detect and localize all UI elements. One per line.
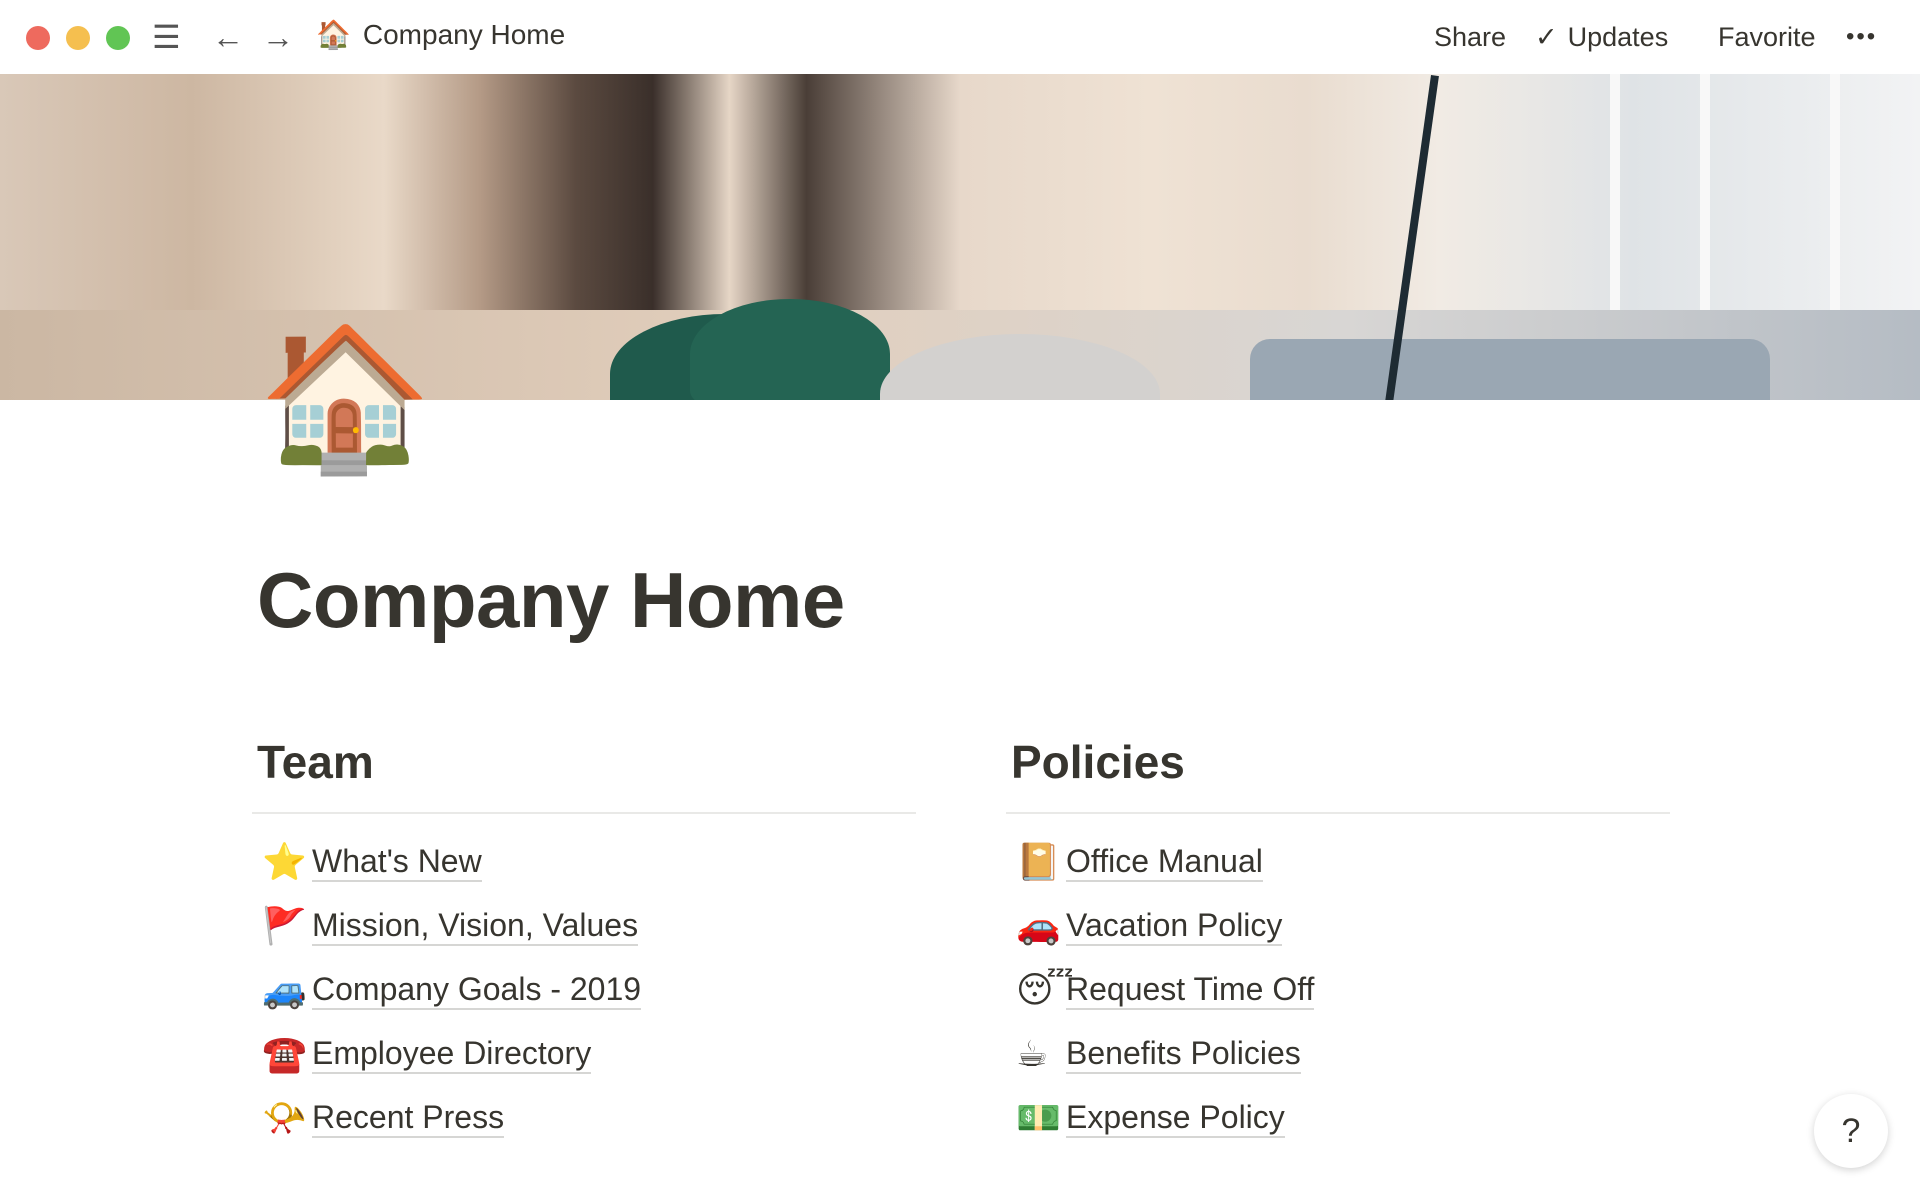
megaphone-icon: 📯 [262,1097,307,1138]
close-window-button[interactable] [26,26,50,50]
more-options-icon[interactable]: ••• [1846,18,1877,56]
share-button[interactable]: Share [1434,18,1506,56]
top-bar: ☰ ← → 🏠 Company Home Share ✓ Updates Fav… [0,0,1920,74]
help-button[interactable]: ? [1814,1094,1888,1168]
notebook-icon: 📔 [1016,841,1061,882]
team-link-mission[interactable]: 🚩 Mission, Vision, Values [252,894,916,958]
policy-link-expense[interactable]: 💵 Expense Policy [1006,1086,1670,1150]
coffee-icon: ☕ [1016,1033,1049,1074]
minimize-window-button[interactable] [66,26,90,50]
link-label[interactable]: Request Time Off [1066,970,1315,1010]
forward-arrow-icon[interactable]: → [262,20,294,54]
updates-label: Updates [1567,22,1669,52]
check-icon: ✓ [1535,22,1558,52]
menu-icon[interactable]: ☰ [152,20,181,54]
link-label[interactable]: Benefits Policies [1066,1034,1301,1074]
link-label[interactable]: Vacation Policy [1066,906,1283,946]
link-label[interactable]: Office Manual [1066,842,1263,882]
flag-icon: 🚩 [262,905,307,946]
link-label[interactable]: Expense Policy [1066,1098,1285,1138]
sleeping-face-icon: 😴 [1016,969,1074,1010]
divider [1006,812,1670,814]
policy-link-vacation[interactable]: 🚗 Vacation Policy [1006,894,1670,958]
page-title: Company Home [257,556,845,644]
link-label[interactable]: Company Goals - 2019 [312,970,642,1010]
policy-link-office-manual[interactable]: 📔 Office Manual [1006,830,1670,894]
breadcrumb-title: Company Home [362,18,566,50]
house-icon: 🏠 [316,19,351,50]
policies-heading: Policies [1011,736,1185,788]
link-label[interactable]: Employee Directory [312,1034,592,1074]
team-link-directory[interactable]: ☎️ Employee Directory [252,1022,916,1086]
policies-section: Policies 📔 Office Manual 🚗 Vacation Policy… [1006,730,1670,1150]
car-icon: 🚙 [262,969,307,1010]
team-link-goals[interactable]: 🚙 Company Goals - 2019 [252,958,916,1022]
link-label[interactable]: Recent Press [312,1098,505,1138]
page-house-icon[interactable]: 🏠 [258,318,432,478]
divider [252,812,916,814]
zoom-window-button[interactable] [106,26,130,50]
favorite-button[interactable]: Favorite [1718,18,1816,56]
team-heading: Team [257,736,374,788]
team-link-whats-new[interactable]: ⭐ What's New [252,830,916,894]
money-icon: 💵 [1016,1097,1061,1138]
car-icon: 🚗 [1016,905,1061,946]
policy-link-time-off[interactable]: 😴 Request Time Off [1006,958,1670,1022]
link-label[interactable]: Mission, Vision, Values [312,906,639,946]
team-section: Team ⭐ What's New 🚩 Mission, Vision, Value… [252,730,916,1150]
back-arrow-icon[interactable]: ← [212,20,244,54]
breadcrumb[interactable]: 🏠 Company Home [316,18,565,51]
link-label[interactable]: What's New [312,842,482,882]
star-icon: ⭐ [262,841,307,882]
telephone-icon: ☎️ [262,1033,307,1074]
updates-button[interactable]: ✓ Updates [1535,18,1668,56]
team-link-press[interactable]: 📯 Recent Press [252,1086,916,1150]
policy-link-benefits[interactable]: ☕ Benefits Policies [1006,1022,1670,1086]
